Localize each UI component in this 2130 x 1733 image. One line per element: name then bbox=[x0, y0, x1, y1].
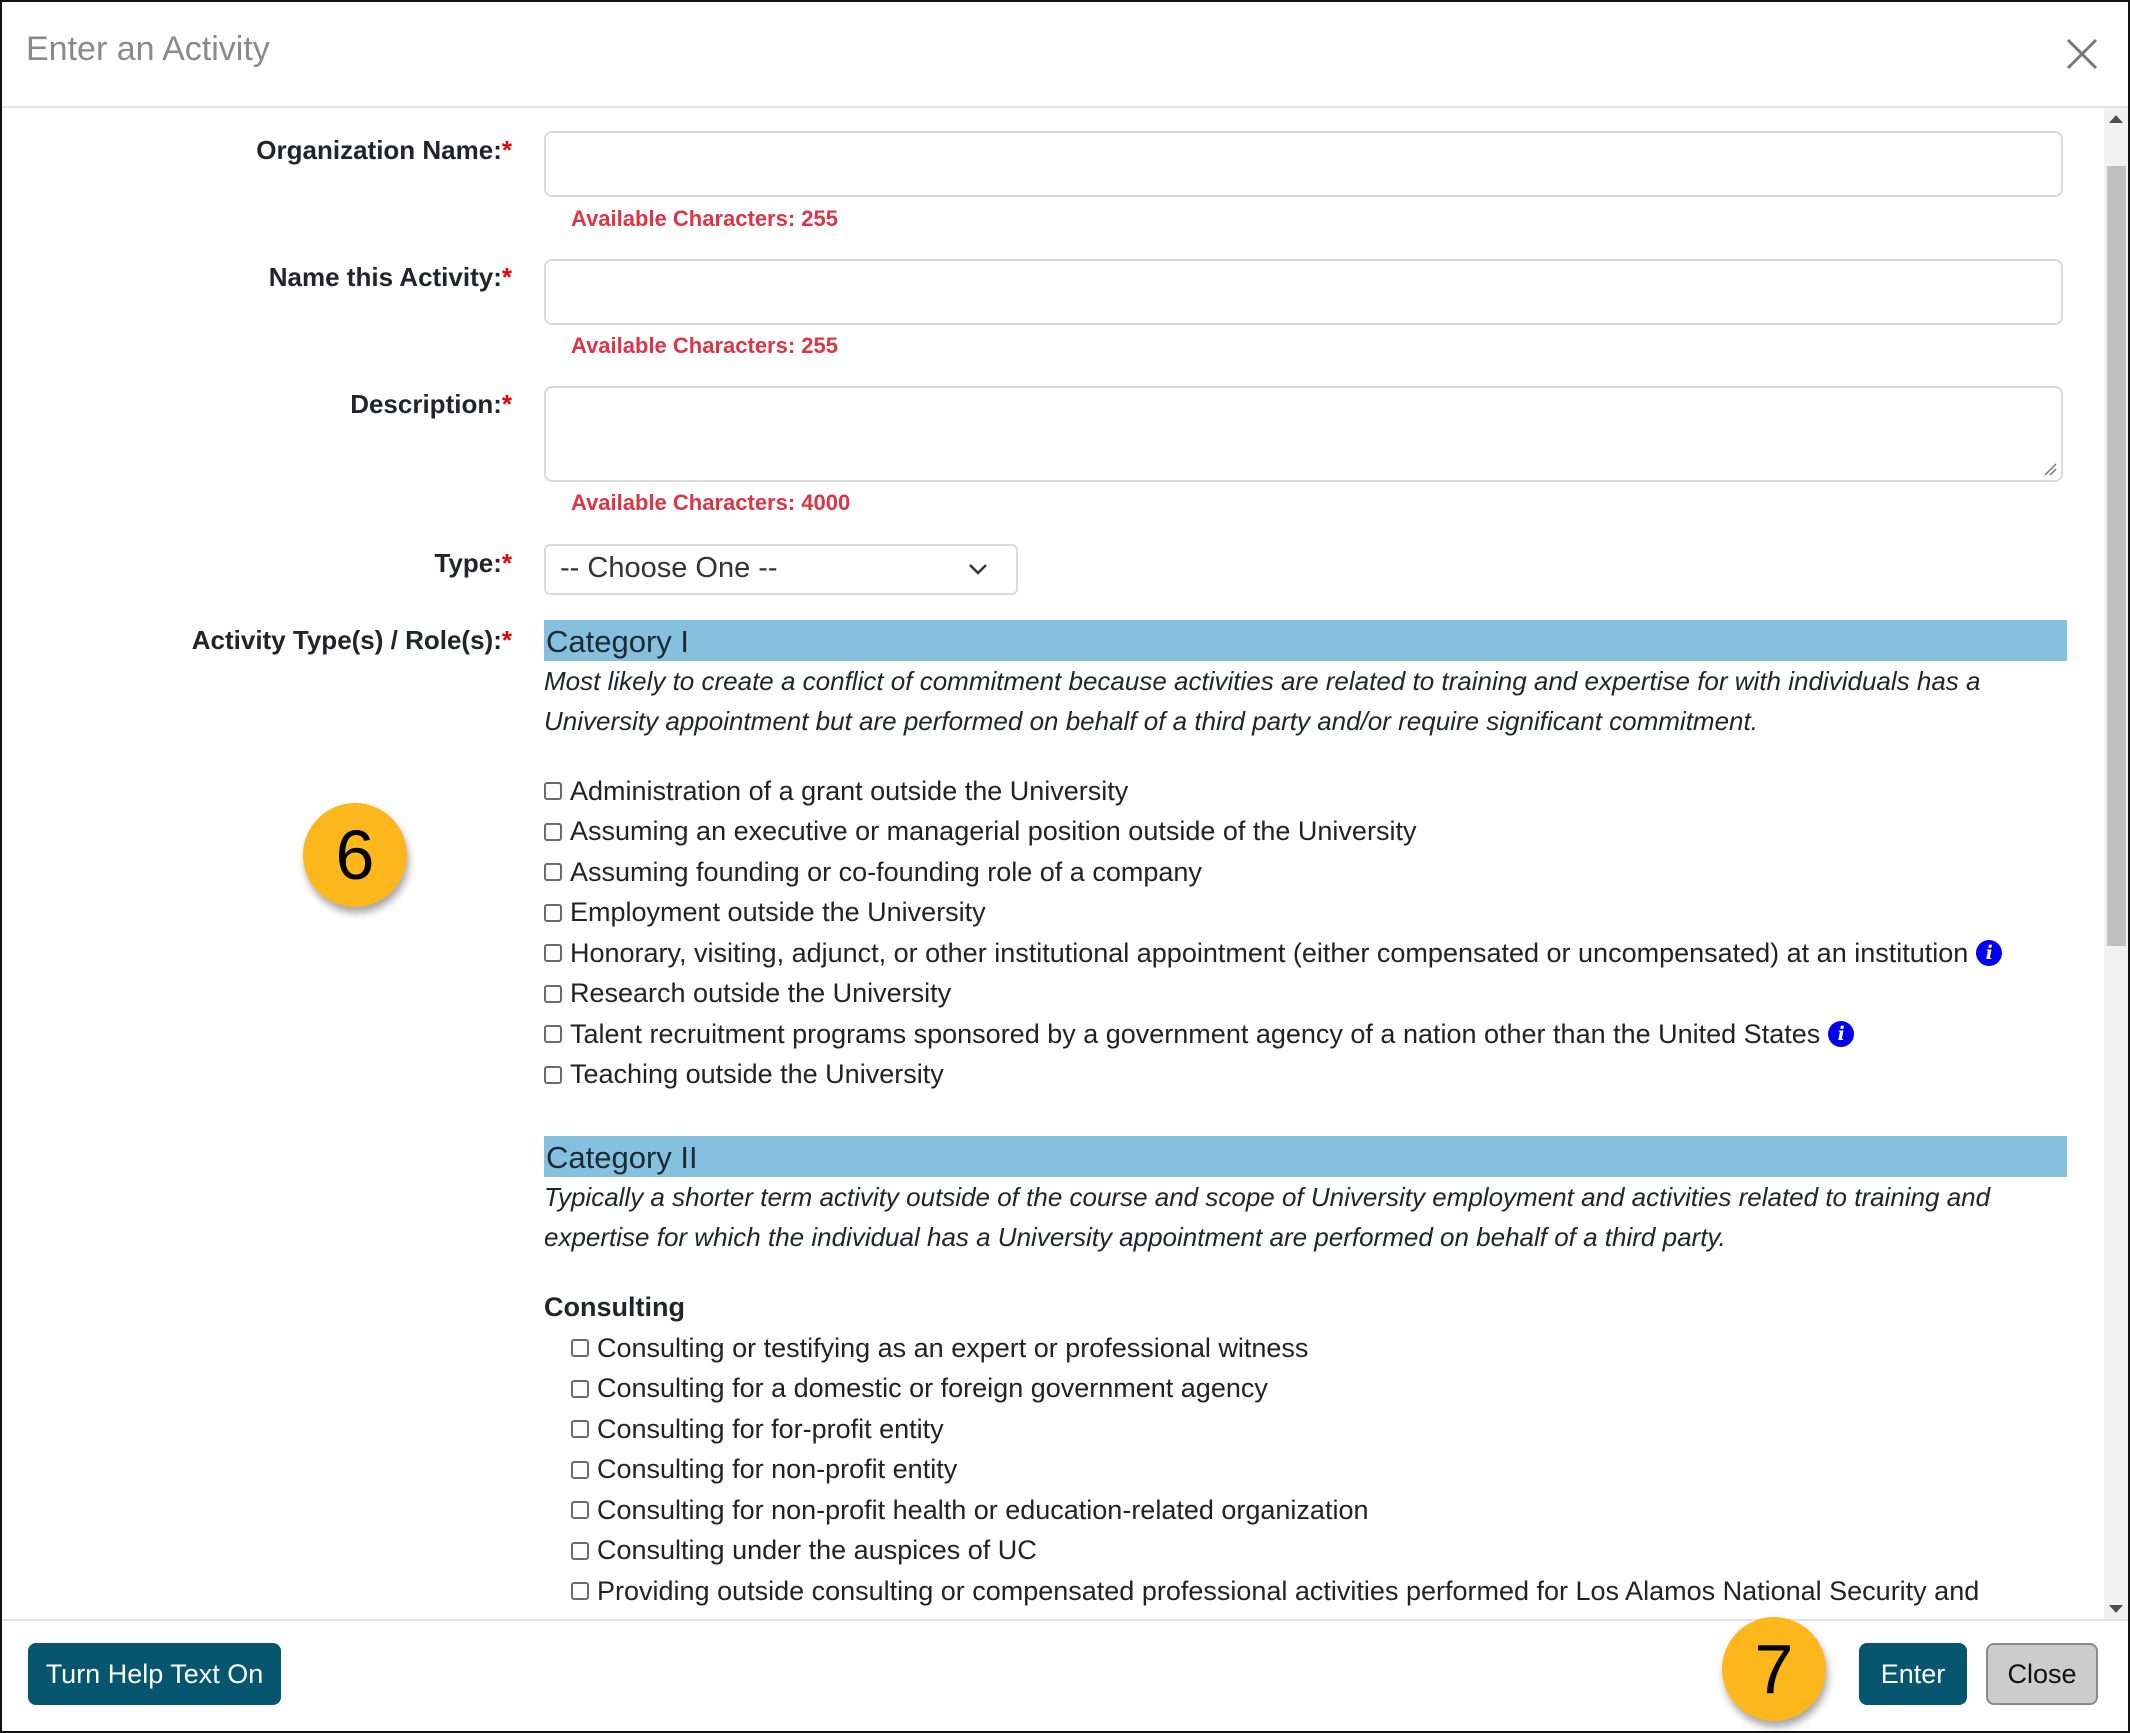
category-1-option[interactable]: Employment outside the University bbox=[544, 895, 986, 931]
checkbox-label: Consulting or testifying as an expert or… bbox=[597, 1332, 1309, 1363]
checkbox-label: Assuming an executive or managerial posi… bbox=[570, 816, 1417, 846]
category-2-option[interactable]: Consulting under the auspices of UC bbox=[571, 1533, 1037, 1569]
checkbox-label: Consulting for a domestic or foreign gov… bbox=[597, 1373, 1268, 1403]
type-select[interactable]: -- Choose One -- bbox=[544, 544, 1018, 595]
category-2-option[interactable]: Consulting for non-profit entity bbox=[571, 1452, 957, 1488]
checkbox-label: Consulting for for-profit entity bbox=[597, 1413, 944, 1444]
checkbox[interactable] bbox=[571, 1460, 589, 1479]
category-1-option[interactable]: Talent recruitment programs sponsored by… bbox=[544, 1016, 1855, 1052]
checkbox-label: Teaching outside the University bbox=[570, 1059, 944, 1089]
info-icon[interactable]: i bbox=[1976, 940, 2003, 966]
enter-activity-modal: Enter an Activity Organization Name:* Av… bbox=[0, 0, 2130, 1733]
modal-body: Organization Name:* Available Characters… bbox=[2, 108, 2128, 1620]
scrollbar-thumb[interactable] bbox=[2107, 166, 2126, 946]
category-1-option[interactable]: Research outside the University bbox=[544, 976, 951, 1012]
checkbox[interactable] bbox=[544, 1065, 562, 1084]
checkbox-label: Research outside the University bbox=[570, 978, 952, 1008]
checkbox[interactable] bbox=[544, 984, 562, 1003]
consulting-subheading: Consulting bbox=[544, 1292, 685, 1322]
vertical-scrollbar[interactable] bbox=[2104, 108, 2128, 1620]
organization-available-chars: Available Characters: 255 bbox=[571, 206, 838, 231]
checkbox-label: Talent recruitment programs sponsored by… bbox=[570, 1018, 1821, 1049]
checkbox[interactable] bbox=[571, 1541, 589, 1560]
activity-name-input[interactable] bbox=[544, 259, 2063, 325]
resize-handle-icon[interactable] bbox=[2043, 462, 2057, 476]
checkbox-label: Employment outside the University bbox=[570, 897, 986, 927]
close-x-icon[interactable] bbox=[2062, 34, 2102, 74]
organization-name-label: Organization Name:* bbox=[256, 135, 512, 165]
activity-name-label: Name this Activity:* bbox=[268, 262, 512, 292]
description-textarea[interactable] bbox=[544, 386, 2063, 482]
checkbox[interactable] bbox=[544, 903, 562, 922]
checkbox-label: Consulting for non-profit health or educ… bbox=[597, 1494, 1369, 1525]
checkbox-label: Consulting for non-profit entity bbox=[597, 1454, 958, 1484]
checkbox-label: Honorary, visiting, adjunct, or other in… bbox=[570, 937, 1969, 968]
checkbox[interactable] bbox=[544, 863, 562, 881]
organization-name-input[interactable] bbox=[544, 131, 2063, 197]
checkbox[interactable] bbox=[544, 782, 562, 800]
category-2-option[interactable]: Consulting or testifying as an expert or… bbox=[571, 1330, 1308, 1366]
checkbox[interactable] bbox=[571, 1379, 589, 1398]
modal-title: Enter an Activity bbox=[26, 30, 270, 68]
checkbox[interactable] bbox=[571, 1501, 589, 1519]
scroll-up-arrow-icon[interactable] bbox=[2104, 108, 2128, 130]
modal-header: Enter an Activity bbox=[2, 2, 2128, 108]
checkbox[interactable] bbox=[544, 822, 562, 841]
checkbox-label: Consulting under the auspices of UC bbox=[597, 1535, 1037, 1565]
category-1-option[interactable]: Teaching outside the University bbox=[544, 1057, 944, 1093]
category-1-option[interactable]: Administration of a grant outside the Un… bbox=[544, 773, 1128, 809]
annotation-badge-6: 6 bbox=[303, 803, 407, 907]
scroll-down-arrow-icon[interactable] bbox=[2104, 1598, 2128, 1620]
description-label: Description:* bbox=[350, 389, 512, 419]
category-2-option[interactable]: Consulting for for-profit entity bbox=[571, 1411, 944, 1447]
category-1-option[interactable]: Assuming founding or co-founding role of… bbox=[544, 854, 1202, 890]
close-button[interactable]: Close bbox=[1986, 1643, 2098, 1705]
category-1-option[interactable]: Honorary, visiting, adjunct, or other in… bbox=[544, 935, 2003, 971]
category-2-option[interactable]: Consulting for a domestic or foreign gov… bbox=[571, 1371, 1268, 1407]
checkbox-label: Providing outside consulting or compensa… bbox=[597, 1575, 1980, 1606]
enter-button[interactable]: Enter bbox=[1859, 1643, 1967, 1705]
checkbox[interactable] bbox=[544, 1025, 562, 1043]
category-2-option[interactable]: Consulting for non-profit health or educ… bbox=[571, 1492, 1368, 1528]
checkbox-label: Assuming founding or co-founding role of… bbox=[570, 856, 1202, 887]
turn-help-text-on-button[interactable]: Turn Help Text On bbox=[28, 1643, 281, 1705]
category-1-header: Category I bbox=[544, 620, 2067, 661]
checkbox-label: Administration of a grant outside the Un… bbox=[570, 775, 1129, 806]
modal-footer: Turn Help Text On 7 Enter Close bbox=[2, 1617, 2128, 1731]
annotation-badge-7: 7 bbox=[1722, 1617, 1826, 1721]
activity-roles-label: Activity Type(s) / Role(s):* bbox=[191, 625, 512, 655]
type-selected-value: -- Choose One -- bbox=[560, 552, 778, 584]
description-available-chars: Available Characters: 4000 bbox=[571, 490, 851, 515]
info-icon[interactable]: i bbox=[1828, 1021, 1855, 1047]
category-1-description: Most likely to create a conflict of comm… bbox=[544, 666, 1981, 736]
type-label: Type:* bbox=[434, 548, 512, 578]
activity-name-available-chars: Available Characters: 255 bbox=[571, 333, 838, 358]
chevron-down-icon bbox=[969, 564, 987, 575]
category-2-option[interactable]: Providing outside consulting or compensa… bbox=[571, 1573, 1979, 1609]
category-2-description: Typically a shorter term activity outsid… bbox=[544, 1182, 1991, 1252]
checkbox[interactable] bbox=[571, 1420, 589, 1438]
checkbox[interactable] bbox=[571, 1339, 589, 1357]
category-1-option[interactable]: Assuming an executive or managerial posi… bbox=[544, 814, 1416, 850]
category-2-header: Category II bbox=[544, 1136, 2067, 1177]
checkbox[interactable] bbox=[544, 944, 562, 962]
checkbox[interactable] bbox=[571, 1582, 589, 1600]
